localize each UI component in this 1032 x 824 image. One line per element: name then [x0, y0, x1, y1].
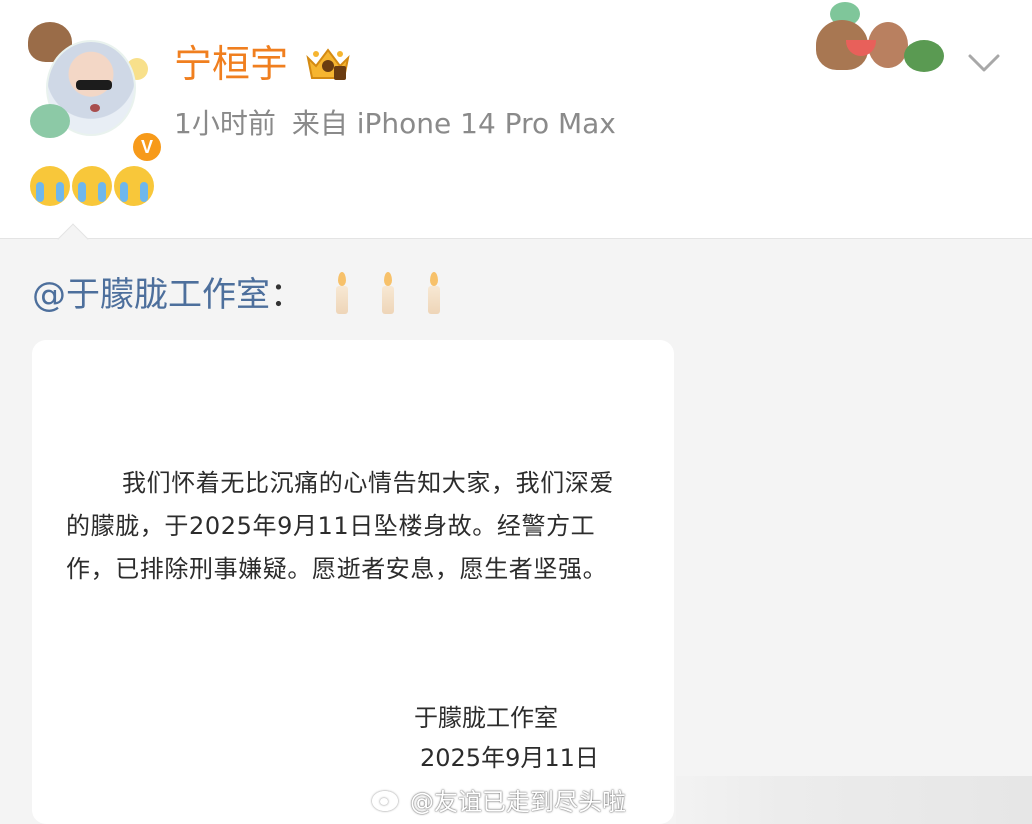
candle-icon — [334, 272, 350, 314]
crying-face-icon — [72, 166, 112, 206]
mouth — [90, 104, 100, 112]
statement-signature: 于朦胧工作室 — [414, 704, 558, 732]
crown-badge-icon[interactable] — [304, 44, 352, 84]
watermark-text: @友谊已走到尽头啦 — [410, 788, 626, 816]
repost-colon: ： — [270, 275, 304, 315]
post-meta: 1小时前 来自 iPhone 14 Pro Max — [174, 104, 632, 144]
watermark: @友谊已走到尽头啦 — [370, 782, 626, 817]
post-header: V 宁桓宇 1小时前 来自 iPhone 14 Pro Max — [0, 0, 1032, 238]
crying-face-icon — [30, 166, 70, 206]
repost-header: @于朦胧工作室： — [32, 272, 442, 318]
statement-image-card[interactable]: 我们怀着无比沉痛的心情告知大家，我们深爱的朦胧，于2025年9月11日坠楼身故。… — [32, 340, 674, 824]
frog-frame-decoration — [30, 104, 70, 138]
candle-icon — [426, 272, 442, 314]
weibo-logo-icon — [370, 787, 404, 813]
avatar[interactable]: V — [28, 22, 164, 164]
chevron-down-icon[interactable] — [964, 48, 1004, 78]
watermelon-decoration — [904, 40, 944, 72]
statement-date: 2025年9月11日 — [420, 744, 599, 772]
blurred-edge — [676, 776, 1032, 824]
post-source[interactable]: 来自 iPhone 14 Pro Max — [292, 107, 616, 140]
capybara-sticker-decoration — [816, 2, 950, 76]
verified-badge-icon: V — [130, 130, 164, 164]
mention-link[interactable]: @于朦胧工作室 — [32, 275, 270, 315]
candle-icon — [380, 272, 396, 314]
sunglasses — [76, 80, 112, 90]
crying-face-icon — [114, 166, 154, 206]
statement-body: 我们怀着无比沉痛的心情告知大家，我们深爱的朦胧，于2025年9月11日坠楼身故。… — [66, 469, 614, 583]
emoji-row — [30, 166, 154, 208]
username[interactable]: 宁桓宇 — [174, 40, 288, 88]
post-time: 1小时前 — [174, 107, 276, 140]
